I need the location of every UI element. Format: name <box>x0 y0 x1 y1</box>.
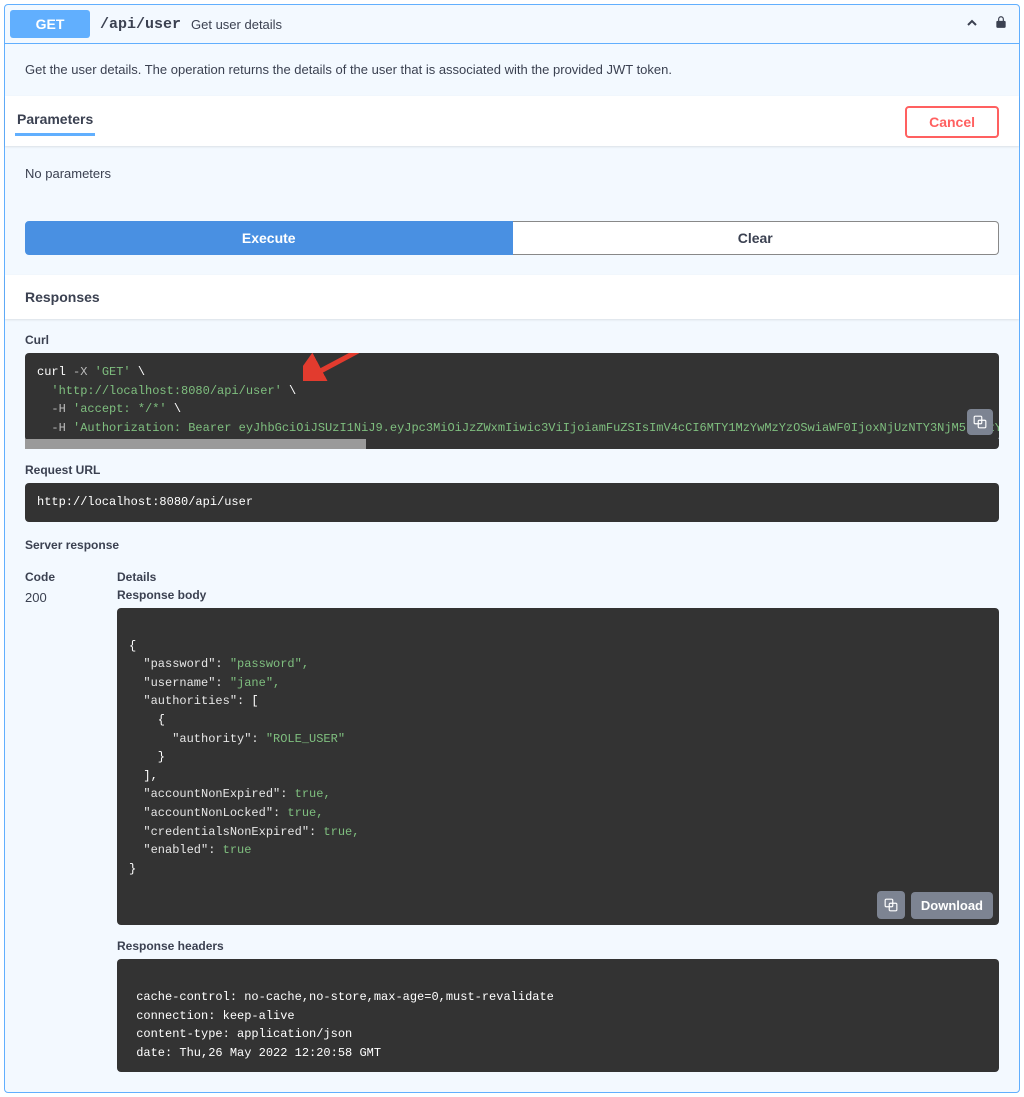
annotation-arrow-icon <box>303 353 363 388</box>
curl-label: Curl <box>25 333 999 347</box>
copy-response-button[interactable] <box>877 891 905 919</box>
parameters-header: Parameters Cancel <box>5 96 1019 146</box>
clear-button[interactable]: Clear <box>513 221 1000 255</box>
operation-summary[interactable]: GET /api/user Get user details <box>5 5 1019 44</box>
response-body-label: Response body <box>117 588 999 602</box>
response-headers-label: Response headers <box>117 939 999 953</box>
cancel-button[interactable]: Cancel <box>905 106 999 138</box>
code-column-label: Code <box>25 570 57 584</box>
parameters-tab[interactable]: Parameters <box>15 111 95 136</box>
response-headers-block[interactable]: cache-control: no-cache,no-store,max-age… <box>117 959 999 1072</box>
response-body-block[interactable]: { "password": "password", "username": "j… <box>117 608 999 926</box>
method-badge: GET <box>10 10 90 38</box>
operation-summary-text: Get user details <box>191 17 282 32</box>
curl-scrollbar[interactable] <box>25 439 999 449</box>
execute-wrapper: Execute Clear <box>5 201 1019 275</box>
request-url-label: Request URL <box>25 463 999 477</box>
details-column-label: Details <box>117 570 156 584</box>
curl-block[interactable]: curl -X 'GET' \ 'http://localhost:8080/a… <box>25 353 999 441</box>
no-parameters-text: No parameters <box>5 146 1019 201</box>
lock-icon[interactable] <box>988 15 1014 33</box>
response-status-code: 200 <box>25 588 57 605</box>
operation-block: GET /api/user Get user details Get the u… <box>4 4 1020 1093</box>
operation-description: Get the user details. The operation retu… <box>5 44 1019 96</box>
request-url-block[interactable]: http://localhost:8080/api/user <box>25 483 999 522</box>
response-column-headers: Code Details <box>25 570 999 584</box>
copy-curl-button[interactable] <box>967 409 993 435</box>
chevron-up-icon[interactable] <box>956 15 988 34</box>
responses-section: Curl curl -X 'GET' \ 'http://localhost:8… <box>5 333 1019 1092</box>
download-button[interactable]: Download <box>911 892 993 919</box>
server-response-label: Server response <box>25 538 999 552</box>
responses-title: Responses <box>5 275 1019 319</box>
execute-button[interactable]: Execute <box>25 221 513 255</box>
operation-path: /api/user <box>90 16 191 33</box>
